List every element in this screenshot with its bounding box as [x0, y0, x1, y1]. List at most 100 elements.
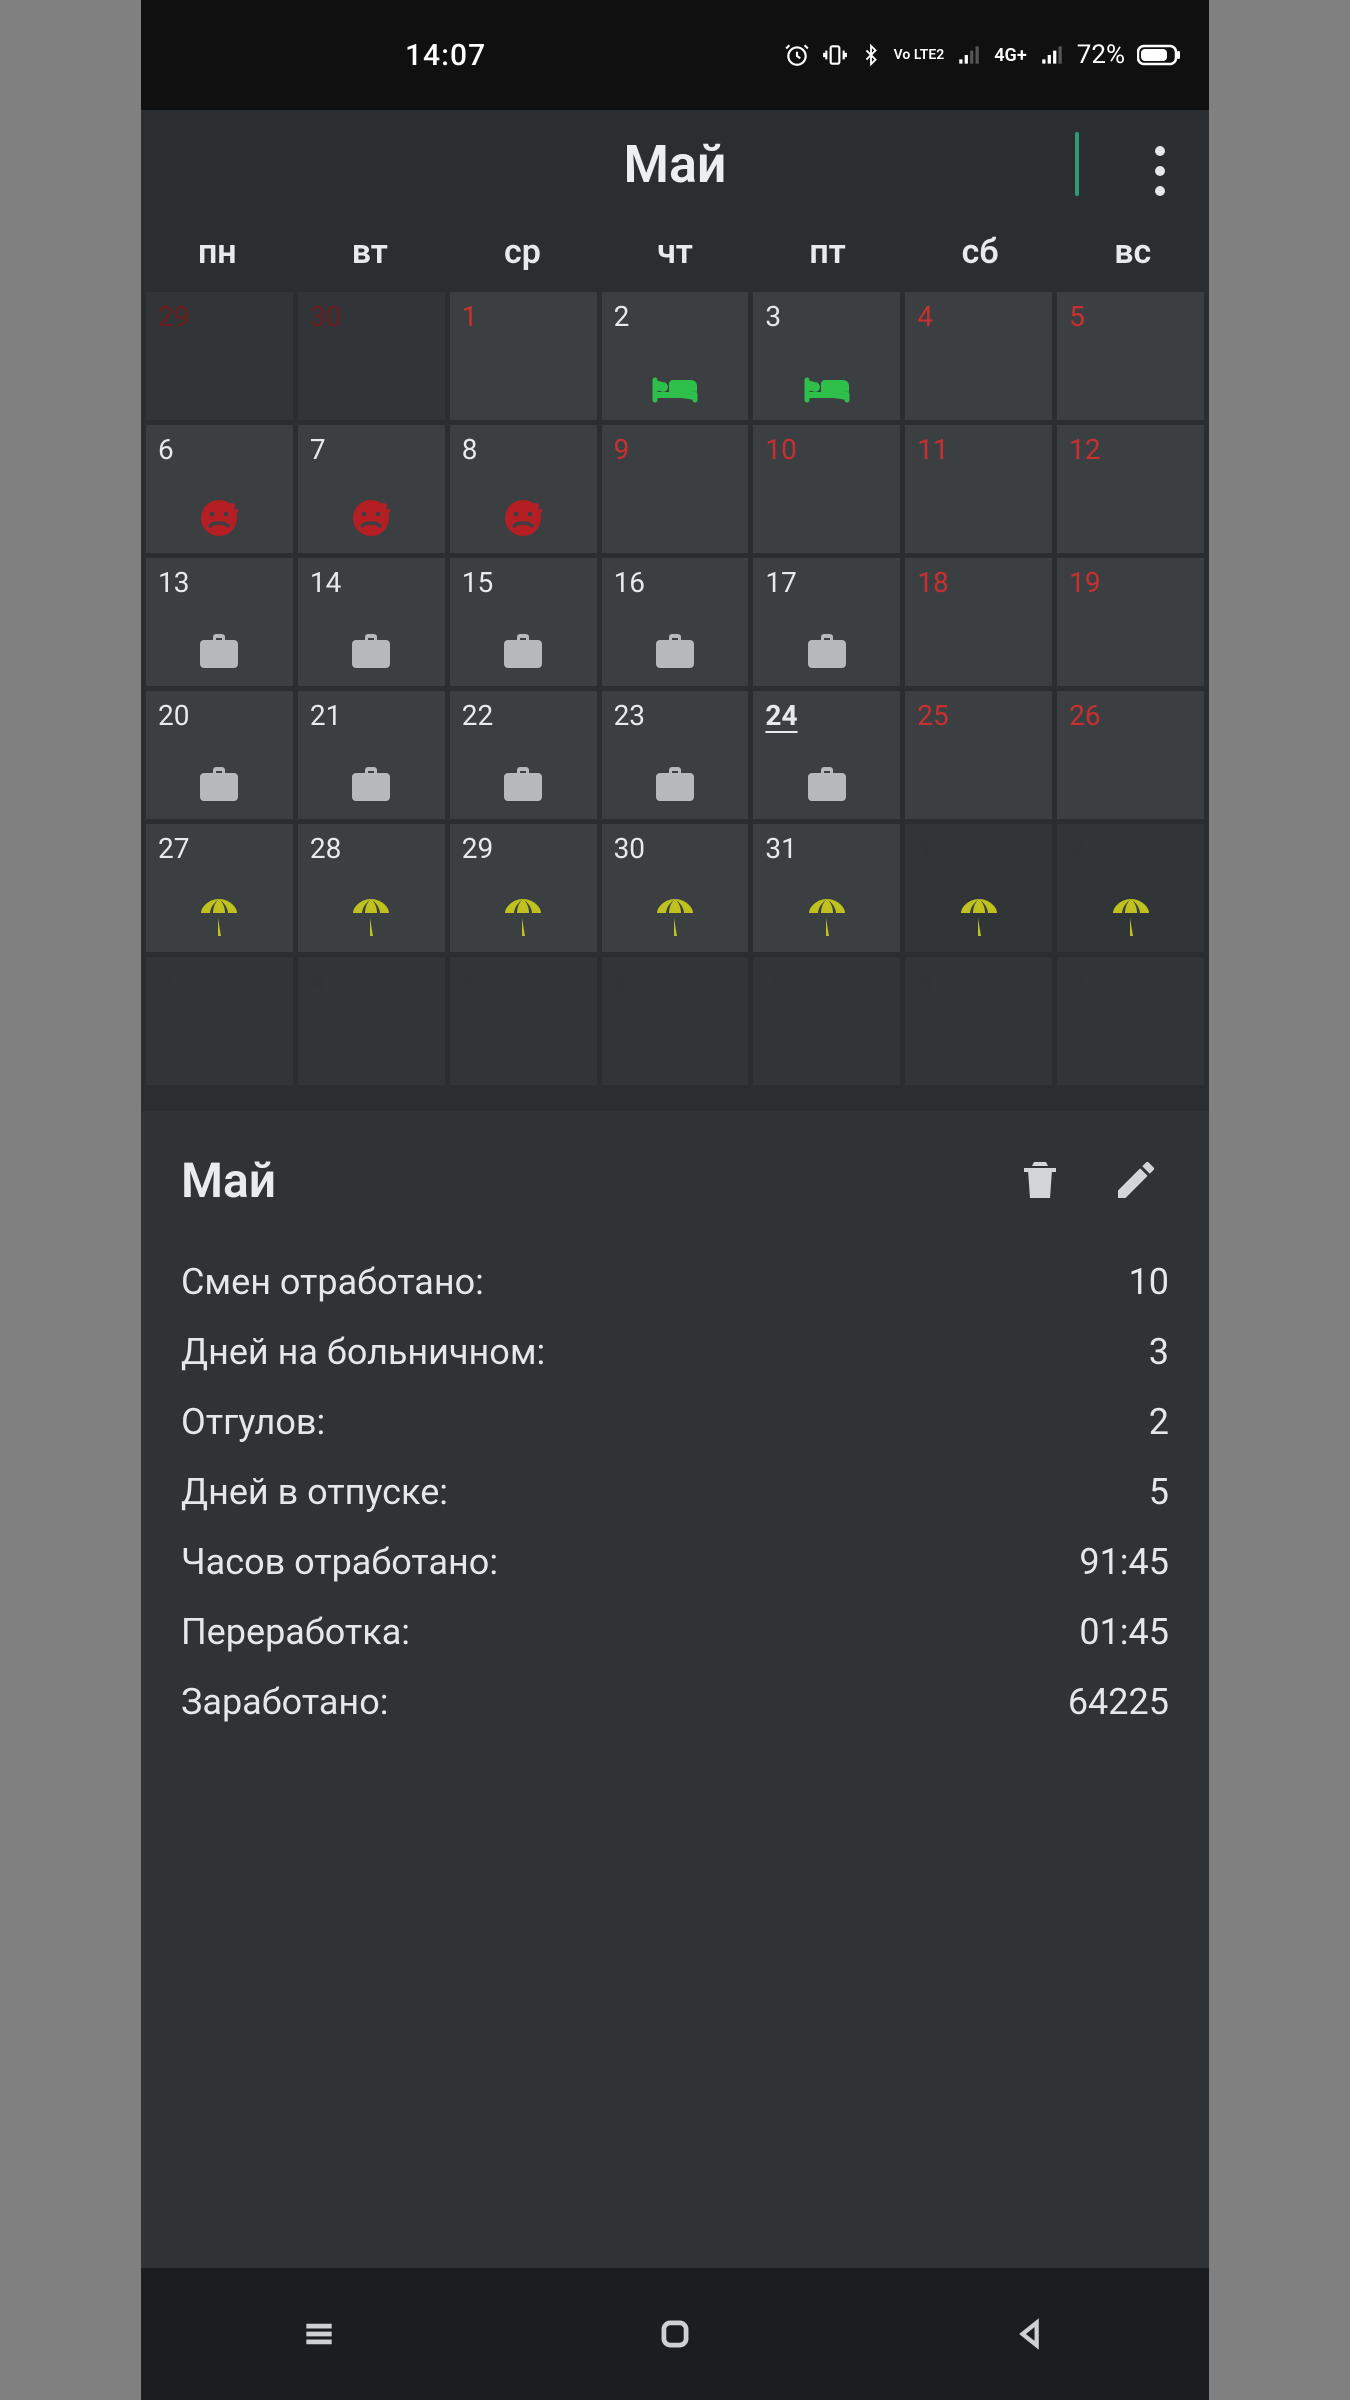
calendar-day[interactable]: 23 [602, 691, 749, 819]
stat-value: 64225 [1068, 1681, 1169, 1723]
nav-back-button[interactable] [996, 2299, 1066, 2369]
calendar-day[interactable]: 2 [1057, 824, 1204, 952]
calendar-day[interactable]: 26 [1057, 691, 1204, 819]
day-number: 3 [158, 965, 174, 998]
calendar-day[interactable]: 8 [905, 957, 1052, 1085]
calendar-day[interactable]: 30 [602, 824, 749, 952]
calendar-day[interactable]: 12 [1057, 425, 1204, 553]
overflow-menu-button[interactable] [1155, 146, 1165, 196]
stat-label: Смен отработано: [181, 1261, 484, 1303]
calendar-day[interactable]: 6 [146, 425, 293, 553]
calendar-day[interactable]: 15 [450, 558, 597, 686]
calendar-day[interactable]: 19 [1057, 558, 1204, 686]
calendar-day[interactable]: 5 [1057, 292, 1204, 420]
briefcase-icon [198, 765, 240, 805]
umbrella-icon [502, 896, 544, 938]
weekday-label: вс [1056, 232, 1209, 272]
calendar-day[interactable]: 9 [602, 425, 749, 553]
stat-row: Смен отработано:10 [181, 1247, 1169, 1317]
battery-icon [1137, 43, 1181, 67]
day-number: 15 [462, 566, 493, 599]
sick-icon [350, 497, 392, 539]
stat-value: 01:45 [1079, 1611, 1169, 1653]
status-bar: 14:07 Vo LTE2 4G+ [141, 0, 1209, 110]
umbrella-icon [806, 896, 848, 938]
delete-button[interactable] [1007, 1147, 1073, 1213]
calendar-day[interactable]: 2 [602, 292, 749, 420]
day-number: 24 [765, 699, 797, 732]
calendar-day[interactable]: 28 [298, 824, 445, 952]
calendar-day[interactable]: 25 [905, 691, 1052, 819]
calendar-day[interactable]: 10 [753, 425, 900, 553]
day-number: 6 [614, 965, 630, 998]
stat-value: 3 [1149, 1331, 1169, 1373]
calendar-day[interactable]: 9 [1057, 957, 1204, 1085]
calendar-day[interactable]: 7 [298, 425, 445, 553]
calendar-day[interactable]: 31 [753, 824, 900, 952]
calendar-day[interactable]: 16 [602, 558, 749, 686]
calendar-day[interactable]: 4 [905, 292, 1052, 420]
calendar-day[interactable]: 6 [602, 957, 749, 1085]
calendar-day[interactable]: 18 [905, 558, 1052, 686]
sick-icon [198, 497, 240, 539]
day-number: 23 [614, 699, 645, 732]
nav-recent-button[interactable] [284, 2299, 354, 2369]
calendar-day[interactable]: 13 [146, 558, 293, 686]
nav-home-button[interactable] [640, 2299, 710, 2369]
calendar-day[interactable]: 1 [905, 824, 1052, 952]
calendar-day[interactable]: 4 [298, 957, 445, 1085]
edit-button[interactable] [1103, 1147, 1169, 1213]
calendar-day[interactable]: 14 [298, 558, 445, 686]
day-number: 10 [765, 433, 796, 466]
signal2-icon [1039, 42, 1065, 68]
bluetooth-icon [860, 42, 882, 68]
summary-title: Май [181, 1152, 977, 1209]
weekday-row: пнвтсрчтптсбвс [141, 218, 1209, 292]
calendar-day[interactable]: 5 [450, 957, 597, 1085]
day-number: 20 [158, 699, 189, 732]
alarm-icon [784, 42, 810, 68]
calendar-day[interactable]: 3 [146, 957, 293, 1085]
calendar-day[interactable]: 17 [753, 558, 900, 686]
day-number: 7 [765, 965, 781, 998]
stat-label: Дней в отпуске: [181, 1471, 448, 1513]
umbrella-icon [198, 896, 240, 938]
summary-panel: Май Смен отработано:10Дней на больничном… [141, 1111, 1209, 2268]
stat-label: Дней на больничном: [181, 1331, 545, 1373]
day-number: 13 [158, 566, 189, 599]
stat-row: Отгулов:2 [181, 1387, 1169, 1457]
calendar-day[interactable]: 29 [450, 824, 597, 952]
calendar-day[interactable]: 29 [146, 292, 293, 420]
day-number: 4 [917, 300, 933, 333]
calendar-day[interactable]: 8 [450, 425, 597, 553]
weekday-label: ср [446, 232, 599, 272]
calendar-day[interactable]: 7 [753, 957, 900, 1085]
calendar-day[interactable]: 22 [450, 691, 597, 819]
stat-label: Часов отработано: [181, 1541, 498, 1583]
calendar-day[interactable]: 24 [753, 691, 900, 819]
vibrate-icon [822, 42, 848, 68]
day-number: 30 [310, 300, 341, 333]
weekday-label: пн [141, 232, 294, 272]
calendar-day[interactable]: 21 [298, 691, 445, 819]
weekday-label: чт [599, 232, 752, 272]
calendar-day[interactable]: 20 [146, 691, 293, 819]
calendar-day[interactable]: 11 [905, 425, 1052, 553]
day-number: 30 [614, 832, 645, 865]
stat-value: 91:45 [1079, 1541, 1169, 1583]
day-number: 14 [310, 566, 341, 599]
calendar-day[interactable]: 30 [298, 292, 445, 420]
stat-label: Отгулов: [181, 1401, 325, 1443]
umbrella-icon [654, 896, 696, 938]
day-number: 6 [158, 433, 174, 466]
day-number: 9 [614, 433, 630, 466]
calendar-day[interactable]: 27 [146, 824, 293, 952]
calendar-day[interactable]: 3 [753, 292, 900, 420]
day-number: 1 [917, 832, 933, 865]
day-number: 31 [765, 832, 796, 865]
day-number: 2 [614, 300, 630, 333]
calendar-grid: 2930123456789101112131415161718192021222… [141, 292, 1209, 1085]
day-number: 8 [917, 965, 933, 998]
calendar-day[interactable]: 1 [450, 292, 597, 420]
stat-row: Дней на больничном: 3 [181, 1317, 1169, 1387]
